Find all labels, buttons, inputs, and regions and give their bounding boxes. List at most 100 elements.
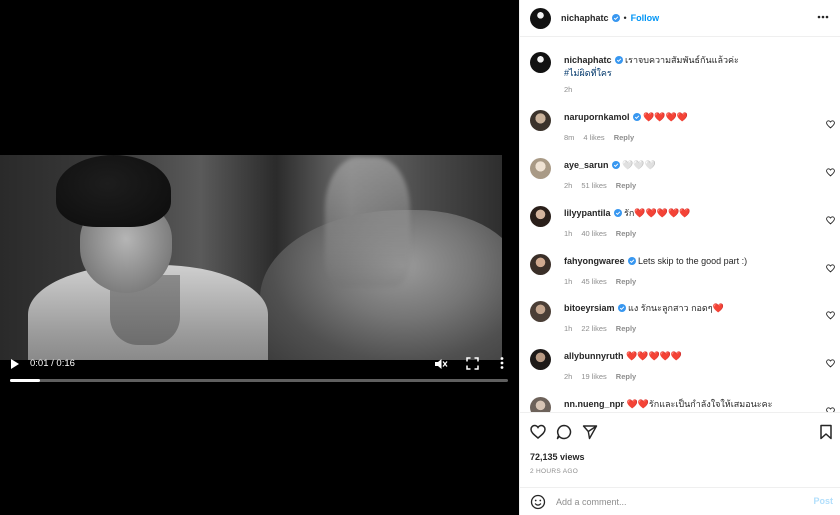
video-frame[interactable] bbox=[0, 155, 502, 360]
video-scene-person bbox=[28, 155, 268, 360]
commenter-username[interactable]: allybunnyruth bbox=[564, 351, 624, 361]
post-timestamp: 2 HOURS AGO bbox=[530, 468, 579, 475]
smiley-icon[interactable] bbox=[530, 494, 546, 510]
comment-bubble-icon[interactable] bbox=[556, 424, 572, 440]
comment-text: ❤️❤️❤️❤️ bbox=[643, 112, 688, 122]
caption-username[interactable]: nichaphatc bbox=[564, 55, 612, 65]
comment-text: รัก❤️❤️❤️❤️❤️ bbox=[624, 208, 691, 218]
verified-badge-icon bbox=[611, 161, 620, 169]
comment-text-block: fahyongwaree Lets skip to the good part … bbox=[564, 255, 814, 268]
caption-avatar[interactable] bbox=[530, 52, 551, 73]
caption-hashtag[interactable]: #ไม่ผิดที่ใคร bbox=[564, 68, 612, 78]
reply-button[interactable]: Reply bbox=[616, 372, 636, 381]
comment-text-block: lilyypantila รัก❤️❤️❤️❤️❤️ bbox=[564, 207, 814, 220]
reply-button[interactable]: Reply bbox=[614, 133, 634, 142]
comment-row: bitoeyrsiam แง รักนะลูกสาว กอดๆ❤️ 1h 22 li… bbox=[530, 295, 835, 339]
verified-badge-icon bbox=[614, 56, 623, 64]
commenter-username[interactable]: nn.nueng_npr bbox=[564, 399, 624, 409]
comment-age: 1h bbox=[564, 277, 573, 286]
video-scene-wave bbox=[325, 157, 410, 287]
comment-text: แง รักนะลูกสาว กอดๆ❤️ bbox=[628, 303, 724, 313]
owner-avatar[interactable] bbox=[530, 8, 551, 29]
comment-meta: 2h 51 likes Reply bbox=[564, 181, 645, 190]
video-progress-bar[interactable] bbox=[10, 379, 508, 382]
commenter-avatar[interactable] bbox=[530, 110, 551, 131]
caption-text-block: nichaphatc เราจบความสัมพันธ์กันแล้วค่ะ #… bbox=[564, 54, 814, 80]
reply-button[interactable]: Reply bbox=[616, 324, 636, 333]
commenter-avatar[interactable] bbox=[530, 158, 551, 179]
comment-row: aye_sarun 🤍🤍🤍 2h 51 likes Reply bbox=[530, 152, 835, 196]
video-progress-fill bbox=[10, 379, 40, 382]
comment-text-block: narupornkamol ❤️❤️❤️❤️ bbox=[564, 111, 814, 124]
reply-button[interactable]: Reply bbox=[616, 229, 636, 238]
comment-age: 1h bbox=[564, 229, 573, 238]
comment-likes[interactable]: 19 likes bbox=[581, 372, 606, 381]
comment-like-heart-icon[interactable] bbox=[826, 216, 835, 225]
video-controls: 0:01 / 0:16 bbox=[0, 352, 519, 388]
commenter-avatar[interactable] bbox=[530, 206, 551, 227]
comment-row: allybunnyruth ❤️❤️❤️❤️❤️ 2h 19 likes Reply bbox=[530, 343, 835, 387]
comment-like-heart-icon[interactable] bbox=[826, 311, 835, 320]
muted-speaker-icon[interactable] bbox=[434, 357, 448, 371]
add-comment-bar: Post bbox=[520, 487, 840, 515]
comment-like-heart-icon[interactable] bbox=[826, 168, 835, 177]
post-panel: nichaphatc • Follow nichaphatc เราจบความสั… bbox=[519, 0, 840, 515]
bookmark-icon[interactable] bbox=[818, 424, 834, 440]
commenter-avatar[interactable] bbox=[530, 349, 551, 370]
comment-meta: 8m 4 likes Reply bbox=[564, 133, 643, 142]
play-icon[interactable] bbox=[10, 358, 20, 370]
horizontal-dots-icon[interactable] bbox=[817, 12, 829, 22]
comment-text-block: allybunnyruth ❤️❤️❤️❤️❤️ bbox=[564, 350, 814, 363]
comment-age: 1h bbox=[564, 324, 573, 333]
follow-separator: • bbox=[623, 13, 627, 23]
comment-likes[interactable]: 51 likes bbox=[581, 181, 606, 190]
verified-badge-icon bbox=[613, 209, 622, 217]
comment-row: lilyypantila รัก❤️❤️❤️❤️❤️ 1h 40 likes Repl… bbox=[530, 200, 835, 244]
commenter-avatar[interactable] bbox=[530, 301, 551, 322]
commenter-username[interactable]: fahyongwaree bbox=[564, 256, 625, 266]
comment-like-heart-icon[interactable] bbox=[826, 264, 835, 273]
comment-meta: 1h 40 likes Reply bbox=[564, 229, 645, 238]
follow-button[interactable]: Follow bbox=[631, 13, 660, 23]
fullscreen-icon[interactable] bbox=[466, 357, 479, 370]
comment-likes[interactable]: 22 likes bbox=[581, 324, 606, 333]
paper-plane-icon[interactable] bbox=[582, 424, 598, 440]
commenter-avatar[interactable] bbox=[530, 397, 551, 412]
comment-text: Lets skip to the good part :) bbox=[638, 256, 748, 266]
comments-list[interactable]: nichaphatc เราจบความสัมพันธ์กันแล้วค่ะ #… bbox=[520, 38, 840, 412]
post-footer: 72,135 views 2 HOURS AGO Post bbox=[520, 412, 840, 515]
comment-likes[interactable]: 45 likes bbox=[581, 277, 606, 286]
commenter-username[interactable]: bitoeyrsiam bbox=[564, 303, 615, 313]
comment-text-block: aye_sarun 🤍🤍🤍 bbox=[564, 159, 814, 172]
commenter-username[interactable]: aye_sarun bbox=[564, 160, 609, 170]
comment-likes[interactable]: 40 likes bbox=[581, 229, 606, 238]
commenter-username[interactable]: narupornkamol bbox=[564, 112, 630, 122]
comment-row: narupornkamol ❤️❤️❤️❤️ 8m 4 likes Reply bbox=[530, 104, 835, 148]
comment-like-heart-icon[interactable] bbox=[826, 120, 835, 129]
verified-badge-icon bbox=[617, 304, 626, 312]
reply-button[interactable]: Reply bbox=[616, 277, 636, 286]
post-comment-button[interactable]: Post bbox=[813, 496, 833, 506]
verified-badge-icon bbox=[627, 257, 636, 265]
verified-badge-icon bbox=[611, 14, 620, 22]
caption-text: เราจบความสัมพันธ์กันแล้วค่ะ bbox=[625, 55, 739, 65]
header-user-line: nichaphatc • Follow bbox=[561, 13, 659, 23]
comment-age: 2h bbox=[564, 181, 573, 190]
vertical-dots-icon[interactable] bbox=[498, 356, 506, 370]
video-player[interactable]: 0:01 / 0:16 bbox=[0, 0, 519, 515]
comment-age: 2h bbox=[564, 372, 573, 381]
comment-meta: 1h 45 likes Reply bbox=[564, 277, 645, 286]
heart-icon[interactable] bbox=[530, 424, 546, 440]
comment-like-heart-icon[interactable] bbox=[826, 359, 835, 368]
owner-username[interactable]: nichaphatc bbox=[561, 13, 609, 23]
comment-text-block: nn.nueng_npr ❤️❤️รักและเป็นกำลังใจให้เสม… bbox=[564, 398, 814, 411]
commenter-username[interactable]: lilyypantila bbox=[564, 208, 611, 218]
comment-row: fahyongwaree Lets skip to the good part … bbox=[530, 248, 835, 292]
commenter-avatar[interactable] bbox=[530, 254, 551, 275]
comment-likes[interactable]: 4 likes bbox=[583, 133, 604, 142]
reply-button[interactable]: Reply bbox=[616, 181, 636, 190]
video-time: 0:01 / 0:16 bbox=[30, 358, 75, 369]
comment-input[interactable] bbox=[556, 493, 796, 511]
caption-meta: 2h bbox=[564, 85, 581, 94]
view-count[interactable]: 72,135 views bbox=[530, 452, 585, 462]
